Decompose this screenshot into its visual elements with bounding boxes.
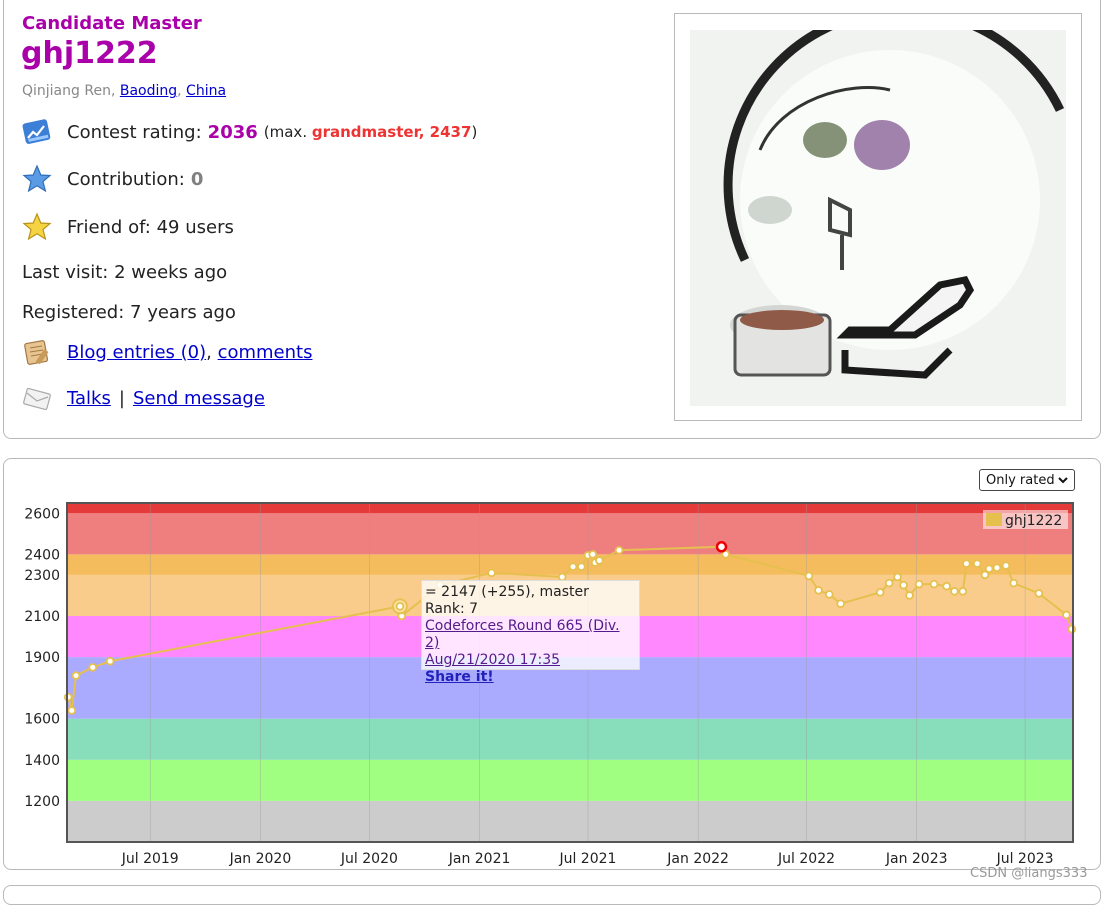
x-tick-label: Jul 2020 bbox=[340, 851, 398, 867]
legend-label: ghj1222 bbox=[1005, 513, 1062, 529]
x-tick-label: Jan 2022 bbox=[666, 851, 729, 867]
x-tick-label: Jul 2023 bbox=[996, 851, 1054, 867]
data-point bbox=[577, 562, 586, 571]
x-tick-label: Jan 2021 bbox=[448, 851, 511, 867]
data-point bbox=[1034, 589, 1044, 598]
y-tick-label: 1200 bbox=[24, 794, 60, 810]
chart-tooltip: = 2147 (+255), master Rank: 7 Codeforces… bbox=[421, 580, 640, 685]
tooltip-contest-link[interactable]: Codeforces Round 665 (Div. 2) bbox=[425, 618, 620, 651]
selected-point-core bbox=[395, 602, 405, 611]
y-tick-label: 1600 bbox=[24, 712, 60, 728]
data-point bbox=[88, 663, 98, 672]
data-point bbox=[942, 581, 951, 591]
data-point bbox=[67, 706, 77, 715]
data-point bbox=[875, 588, 885, 597]
data-point bbox=[984, 564, 994, 574]
data-point bbox=[884, 578, 894, 588]
x-tick-label: Jan 2023 bbox=[885, 851, 948, 867]
tooltip-rank: Rank: 7 bbox=[425, 601, 479, 617]
tooltip-date-link[interactable]: Aug/21/2020 17:35 bbox=[425, 652, 560, 668]
data-point bbox=[972, 559, 982, 568]
data-point bbox=[487, 568, 496, 578]
data-point bbox=[804, 571, 814, 581]
x-tick-label: Jul 2019 bbox=[121, 851, 179, 867]
data-point bbox=[588, 550, 598, 559]
data-point bbox=[595, 556, 604, 565]
data-point bbox=[1001, 561, 1011, 570]
y-tick-label: 2600 bbox=[24, 506, 60, 522]
data-point bbox=[814, 586, 823, 595]
legend-swatch bbox=[986, 513, 1002, 526]
y-tick-label: 2300 bbox=[24, 568, 60, 584]
watermark: CSDN @liangs333 bbox=[970, 866, 1088, 881]
x-tick-label: Jul 2022 bbox=[777, 851, 835, 867]
data-point bbox=[836, 599, 845, 608]
data-point bbox=[950, 587, 959, 596]
data-point bbox=[893, 572, 902, 582]
data-point bbox=[958, 587, 968, 596]
tooltip-share-link[interactable]: Share it! bbox=[425, 669, 494, 685]
y-tick-label: 1400 bbox=[24, 753, 60, 769]
rating-band-7 bbox=[67, 513, 1073, 555]
data-point bbox=[914, 579, 924, 589]
data-point bbox=[1062, 610, 1071, 620]
y-tick-label: 1900 bbox=[24, 650, 60, 666]
rating-band-0 bbox=[67, 800, 1073, 842]
data-point bbox=[899, 580, 908, 590]
data-point bbox=[1009, 578, 1019, 588]
data-point bbox=[905, 591, 914, 600]
rating-chart[interactable]: Jul 2019 Jan 2020 Jul 2020 Jan 2021 Jul 2021… bbox=[0, 0, 1107, 893]
x-tick-label: Jan 2020 bbox=[229, 851, 292, 867]
data-point bbox=[1067, 624, 1077, 634]
rating-band-2 bbox=[67, 718, 1073, 760]
data-point bbox=[71, 671, 81, 680]
data-point bbox=[824, 590, 834, 599]
data-point bbox=[929, 579, 939, 589]
data-point bbox=[63, 692, 73, 702]
rating-band-1 bbox=[67, 759, 1073, 801]
tooltip-rating: = 2147 (+255), master bbox=[425, 584, 589, 600]
y-tick-label: 2100 bbox=[24, 609, 60, 625]
data-point bbox=[962, 559, 971, 568]
data-point bbox=[568, 562, 578, 571]
y-tick-label: 2400 bbox=[24, 547, 60, 563]
rating-band-8 bbox=[67, 503, 1073, 514]
data-point bbox=[105, 656, 115, 666]
data-point bbox=[614, 545, 624, 555]
next-section-box bbox=[3, 885, 1101, 905]
x-tick-label: Jul 2021 bbox=[558, 851, 616, 867]
max-rating-point bbox=[715, 541, 728, 553]
data-point bbox=[992, 563, 1002, 573]
